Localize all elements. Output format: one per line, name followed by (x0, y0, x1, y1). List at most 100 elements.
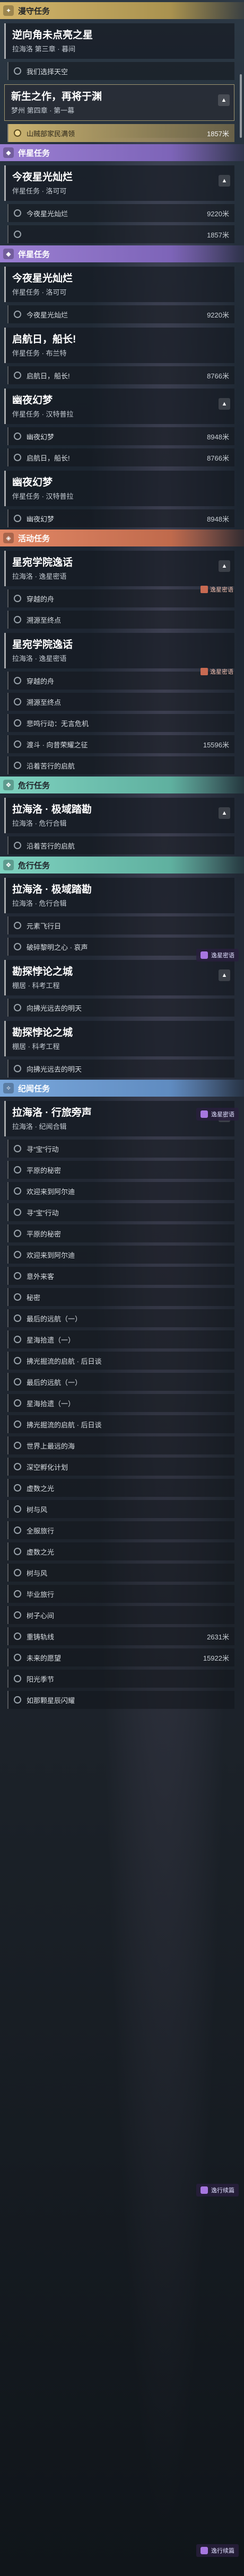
quest-step[interactable]: 拂光掘流的启航 · 后日谈 (7, 1352, 234, 1370)
quest-step[interactable]: 如那颗星辰闪耀 (7, 1691, 234, 1709)
quest-step[interactable]: 平原的秘密 (7, 1224, 234, 1242)
quest-card[interactable]: 勘探悖论之城 棚居 · 科考工程 ▲ (4, 960, 234, 995)
quest-card[interactable]: 今夜星光灿烂 伴星任务 · 洛可可 ▲ (4, 165, 234, 201)
quest-step[interactable]: 幽夜幻梦 8948米 (7, 427, 234, 445)
quest-step[interactable]: 星海拾遗（一） (7, 1394, 234, 1412)
event-tag-chip[interactable]: 逸星密语 (196, 1108, 239, 1121)
continue-tag-chip[interactable]: 逸行续篇 (196, 2544, 239, 2557)
step-label: 毕业旅行 (27, 1590, 55, 1599)
quest-subtitle: 拉海洛 · 逸星密语 (12, 655, 67, 663)
quest-title: 今夜星光灿烂 (12, 172, 73, 183)
quest-step[interactable]: 深空孵化计划 (7, 1458, 234, 1476)
quest-card[interactable]: 幽夜幻梦 伴星任务 · 汉特普拉 ▲ (4, 389, 234, 424)
quest-step[interactable]: 欢迎来到阿尔迪 (7, 1182, 234, 1200)
quest-step[interactable]: 全服旅行 (7, 1521, 234, 1539)
step-status-icon (14, 616, 21, 623)
quest-step[interactable]: 平原的秘密 (7, 1161, 234, 1179)
quest-card[interactable]: 拉海洛 · 极域踏勘 拉海洛 · 危行合辑 ▲ (4, 798, 234, 833)
continue-tag-chip[interactable]: 逸行续篇 (196, 2184, 239, 2196)
quest-step[interactable]: 向拂光远去的明天 (7, 999, 234, 1017)
quest-card[interactable]: 勘探悖论之城 棚居 · 科考工程 (4, 1021, 234, 1056)
collapse-toggle-icon[interactable]: ▲ (219, 175, 230, 187)
quest-step[interactable]: 溯源至终点 (7, 611, 234, 629)
quest-step[interactable]: 树与风 (7, 1500, 234, 1518)
quest-subtitle: 伴星任务 · 汉特普拉 (12, 492, 74, 500)
event-tag-chip[interactable]: 逸星密语 (196, 949, 239, 961)
quest-step[interactable]: 意外来客 (7, 1267, 234, 1285)
quest-title: 星宛学院逸话 (12, 639, 73, 650)
collapse-toggle-icon[interactable]: ▲ (219, 807, 230, 819)
step-label: 今夜星光灿烂 (27, 209, 68, 218)
quest-step[interactable]: 山贼部家民满领 1857米 (7, 124, 234, 142)
quest-card[interactable]: 星宛学院逸话 拉海洛 · 逸星密语 ▲ 逸星密语 (4, 551, 234, 593)
quest-step[interactable]: 启航日，船长! 8766米 (7, 448, 234, 466)
quest-step[interactable]: 渡斗 · 向昔荣耀之征 15596米 (7, 735, 234, 753)
quest-step[interactable]: 溯源至终点 (7, 693, 234, 711)
quest-card[interactable]: 逆向角未点亮之星 拉海洛 第三章 · 暮间 (4, 23, 234, 59)
quest-step[interactable]: 毕业旅行 (7, 1585, 234, 1603)
quest-card[interactable]: 拉海洛 · 极域踏勘 拉海洛 · 危行合辑 (4, 878, 234, 913)
scrollbar-thumb[interactable] (240, 74, 242, 138)
step-status-icon (14, 1145, 21, 1152)
quest-step[interactable]: 重铸轨线 2631米 (7, 1627, 234, 1645)
quest-step[interactable]: 树子心间 (7, 1606, 234, 1624)
quest-step[interactable]: 元素飞行日 (7, 916, 234, 934)
quest-step[interactable]: 启航日，船长! 8766米 (7, 366, 234, 384)
step-status-icon (14, 943, 21, 950)
quest-step[interactable]: 沿着苦行的启航 (7, 836, 234, 854)
step-label: 树与风 (27, 1505, 48, 1514)
quest-card[interactable]: 启航日，船长! 伴星任务 · 布兰特 (4, 328, 234, 363)
quest-step[interactable]: 1857米 (7, 225, 234, 243)
quest-step[interactable]: 幽夜幻梦 8948米 (7, 509, 234, 527)
step-distance: 9220米 (207, 311, 229, 319)
quest-step[interactable]: 悲鸣行动：无言危机 (7, 714, 234, 732)
step-status-icon (14, 1633, 21, 1640)
quest-step[interactable]: 世界上最远的海 (7, 1436, 234, 1454)
quest-step[interactable]: 我们选择天空 (7, 62, 234, 80)
quest-card[interactable]: 幽夜幻梦 伴星任务 · 汉特普拉 (4, 471, 234, 506)
quest-card[interactable]: 今夜星光灿烂 伴星任务 · 洛可可 (4, 267, 234, 302)
step-status-icon (14, 1611, 21, 1619)
collapse-toggle-icon[interactable]: ▲ (219, 560, 230, 572)
quest-step[interactable]: 今夜星光灿烂 9220米 (7, 305, 234, 323)
step-label: 阳光季节 (27, 1675, 55, 1683)
quest-step[interactable]: 未来的愿望 15922米 (7, 1648, 234, 1666)
quest-title: 拉海洛 · 行旅旁声 (12, 1107, 92, 1118)
quest-step[interactable]: 今夜星光灿烂 9220米 (7, 204, 234, 222)
quest-step[interactable]: 虚数之光 (7, 1542, 234, 1560)
quest-step[interactable]: 秘密 (7, 1288, 234, 1306)
step-label: 启航日，船长! (27, 372, 70, 380)
quest-step[interactable]: 寻“宝”行动 (7, 1140, 234, 1158)
collapse-toggle-icon[interactable]: ▲ (219, 969, 230, 981)
quest-title: 勘探悖论之城 (12, 1027, 73, 1038)
category-label: 危行任务 (18, 781, 50, 790)
step-status-icon (14, 1527, 21, 1534)
quest-step[interactable]: 虚数之光 (7, 1479, 234, 1497)
step-status-icon (14, 1399, 21, 1407)
quest-step[interactable]: 欢迎来到阿尔迪 (7, 1246, 234, 1264)
quest-subtitle: 拉海洛 · 危行合辑 (12, 899, 67, 907)
quest-step[interactable]: 最后的远航（一） (7, 1373, 234, 1391)
step-status-icon (14, 1166, 21, 1174)
step-status-icon (14, 1421, 21, 1428)
step-status-icon (14, 454, 21, 461)
quest-step[interactable]: 星海拾遗（一） (7, 1330, 234, 1348)
quest-card[interactable]: 新生之作，再将于渊 梦州 第四章 · 第一幕 ▲ (4, 84, 234, 121)
quest-step[interactable]: 向拂光远去的明天 (7, 1060, 234, 1078)
quest-step[interactable]: 树与风 (7, 1564, 234, 1582)
quest-step[interactable]: 寻“宝”行动 (7, 1203, 234, 1221)
step-status-icon (14, 1251, 21, 1258)
event-flag: 逸星密语 (201, 667, 233, 676)
quest-step[interactable]: 阳光季节 (7, 1670, 234, 1688)
category-header: ❖ 危行任务 (0, 857, 244, 874)
step-status-icon (14, 129, 21, 137)
collapse-toggle-icon[interactable]: ▲ (219, 398, 230, 410)
quest-card[interactable]: 星宛学院逸话 拉海洛 · 逸星密语逸星密语 (4, 633, 234, 675)
quest-step[interactable]: 沿着苦行的启航 (7, 756, 234, 774)
quest-step[interactable]: 拂光掘流的启航 · 后日谈 (7, 1415, 234, 1433)
quest-title: 拉海洛 · 极域踏勘 (12, 804, 92, 815)
flag-label: 逸星密语 (210, 669, 233, 675)
collapse-toggle-icon[interactable]: ▲ (218, 94, 230, 106)
step-status-icon (14, 1548, 21, 1555)
quest-step[interactable]: 最后的远航（一） (7, 1309, 234, 1327)
